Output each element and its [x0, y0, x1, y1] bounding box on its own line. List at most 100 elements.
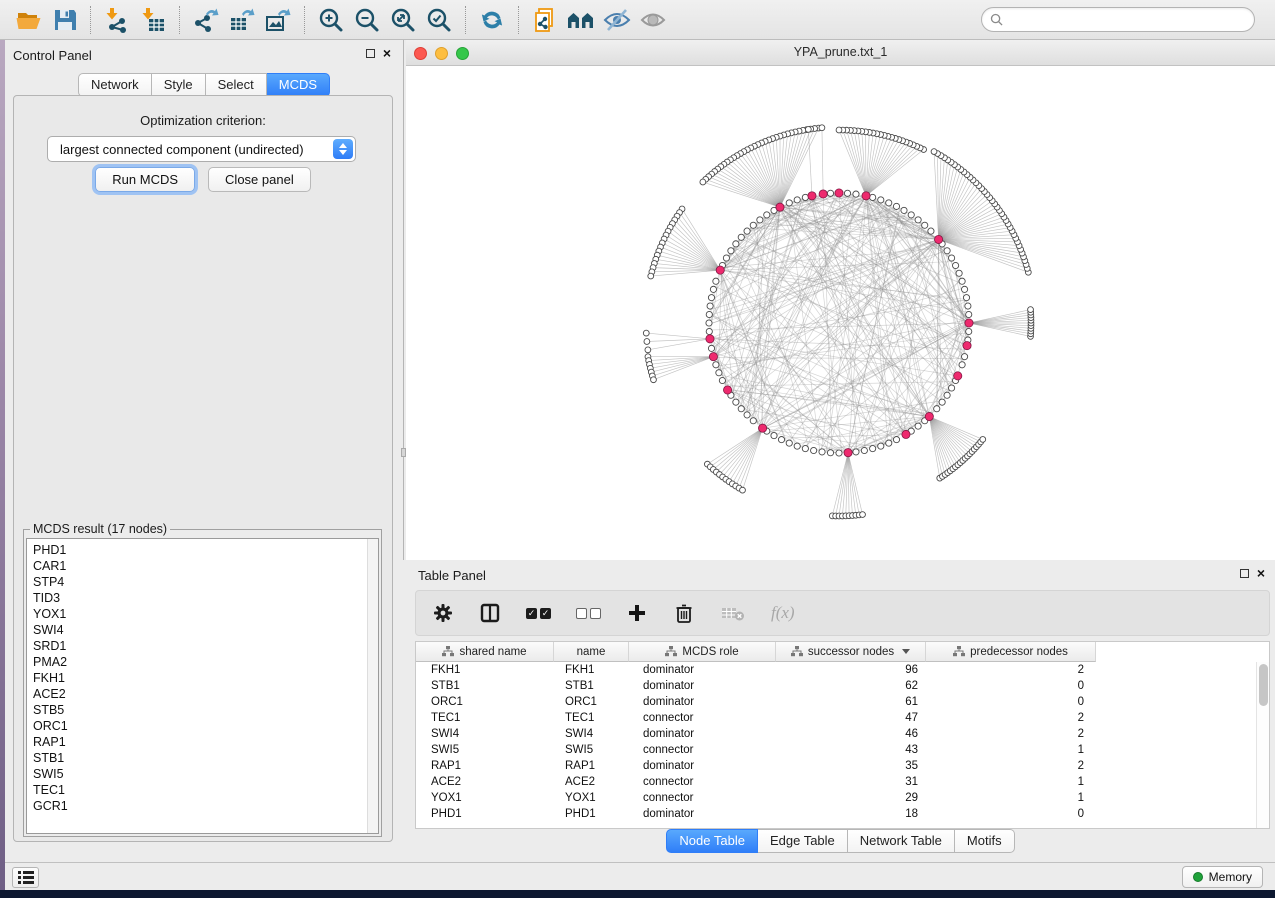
control-panel: Control Panel × NetworkStyleSelectMCDS O… — [5, 40, 401, 862]
close-panel-button[interactable]: Close panel — [208, 167, 311, 192]
table-cell: SWI5 — [554, 742, 629, 758]
table-row[interactable]: TEC1TEC1connector472 — [416, 710, 1269, 726]
close-table-panel-icon[interactable]: × — [1257, 568, 1265, 578]
search-box[interactable] — [981, 7, 1255, 32]
table-scrollbar-thumb[interactable] — [1259, 664, 1268, 706]
show-all-icon[interactable] — [638, 5, 668, 35]
table-cell: 47 — [776, 710, 926, 726]
control-panel-title: Control Panel — [13, 48, 92, 63]
table-row[interactable]: STB1STB1dominator620 — [416, 678, 1269, 694]
table-cell: connector — [629, 790, 776, 806]
open-file-icon[interactable] — [13, 5, 43, 35]
select-stepper-icon — [333, 139, 353, 159]
delete-column-icon[interactable] — [673, 601, 695, 625]
table-cell: SWI4 — [554, 726, 629, 742]
mcds-result-item[interactable]: TID3 — [33, 590, 378, 606]
zoom-selected-icon[interactable] — [424, 5, 454, 35]
mcds-result-item[interactable]: PHD1 — [33, 542, 378, 558]
mcds-result-item[interactable]: PMA2 — [33, 654, 378, 670]
deselect-all-icon[interactable] — [576, 601, 601, 625]
task-history-button[interactable] — [12, 867, 39, 888]
mcds-result-item[interactable]: FKH1 — [33, 670, 378, 686]
mcds-result-list[interactable]: PHD1CAR1STP4TID3YOX1SWI4SRD1PMA2FKH1ACE2… — [26, 538, 379, 834]
tab-node-table[interactable]: Node Table — [666, 829, 758, 853]
zoom-out-icon[interactable] — [352, 5, 382, 35]
apply-layout-icon[interactable] — [477, 5, 507, 35]
mcds-result-item[interactable]: GCR1 — [33, 798, 378, 814]
function-builder-icon[interactable]: f(x) — [771, 601, 795, 625]
float-panel-icon[interactable] — [366, 49, 375, 58]
table-cell: dominator — [629, 678, 776, 694]
mcds-result-item[interactable]: CAR1 — [33, 558, 378, 574]
memory-button[interactable]: Memory — [1182, 866, 1263, 888]
table-row[interactable]: YOX1YOX1connector291 — [416, 790, 1269, 806]
table-cell: 43 — [776, 742, 926, 758]
column-header-shared-name[interactable]: shared name — [416, 642, 554, 662]
hide-selected-icon[interactable] — [602, 5, 632, 35]
table-row[interactable]: ACE2ACE2connector311 — [416, 774, 1269, 790]
close-panel-icon[interactable]: × — [383, 48, 391, 58]
network-document-icon[interactable] — [530, 5, 560, 35]
mcds-result-item[interactable]: STP4 — [33, 574, 378, 590]
mcds-result-item[interactable]: TEC1 — [33, 782, 378, 798]
tab-network-table[interactable]: Network Table — [848, 829, 955, 853]
mcds-result-item[interactable]: ORC1 — [33, 718, 378, 734]
export-table-icon[interactable] — [227, 5, 257, 35]
table-row[interactable]: PHD1PHD1dominator180 — [416, 806, 1269, 822]
table-cell: STB1 — [554, 678, 629, 694]
mcds-result-item[interactable]: ACE2 — [33, 686, 378, 702]
table-row[interactable]: FKH1FKH1dominator962 — [416, 662, 1269, 678]
tab-network[interactable]: Network — [78, 73, 152, 97]
mcds-result-item[interactable]: RAP1 — [33, 734, 378, 750]
import-table-icon[interactable] — [138, 5, 168, 35]
first-neighbors-icon[interactable] — [566, 5, 596, 35]
column-header-successor-nodes[interactable]: successor nodes — [776, 642, 926, 662]
table-cell: ACE2 — [554, 774, 629, 790]
table-settings-icon[interactable] — [432, 601, 454, 625]
table-row[interactable]: SWI4SWI4dominator462 — [416, 726, 1269, 742]
tab-mcds[interactable]: MCDS — [267, 73, 330, 97]
memory-status-icon — [1193, 872, 1203, 882]
save-session-icon[interactable] — [49, 5, 79, 35]
show-columns-icon[interactable] — [479, 601, 501, 625]
network-window-titlebar[interactable]: YPA_prune.txt_1 — [406, 40, 1275, 66]
table-row[interactable]: RAP1RAP1dominator352 — [416, 758, 1269, 774]
zoom-in-icon[interactable] — [316, 5, 346, 35]
tab-motifs[interactable]: Motifs — [955, 829, 1015, 853]
table-scrollbar[interactable] — [1256, 662, 1269, 828]
float-table-panel-icon[interactable] — [1240, 569, 1249, 578]
table-cell: 62 — [776, 678, 926, 694]
mcds-result-item[interactable]: SWI5 — [33, 766, 378, 782]
search-input[interactable] — [1008, 13, 1238, 27]
select-all-icon[interactable]: ✓✓ — [526, 601, 551, 625]
mcds-result-item[interactable]: SWI4 — [33, 622, 378, 638]
tab-style[interactable]: Style — [152, 73, 206, 97]
zoom-fit-icon[interactable] — [388, 5, 418, 35]
table-row[interactable]: ORC1ORC1dominator610 — [416, 694, 1269, 710]
table-cell: 2 — [926, 662, 1096, 678]
column-header-MCDS-role[interactable]: MCDS role — [629, 642, 776, 662]
mcds-result-item[interactable]: STB5 — [33, 702, 378, 718]
tab-select[interactable]: Select — [206, 73, 267, 97]
network-canvas[interactable] — [406, 66, 1275, 560]
run-mcds-button[interactable]: Run MCDS — [95, 167, 195, 192]
table-cell: 2 — [926, 758, 1096, 774]
mcds-result-item[interactable]: YOX1 — [33, 606, 378, 622]
table-cell: 46 — [776, 726, 926, 742]
mcds-list-scrollbar[interactable] — [367, 539, 378, 833]
table-cell: TEC1 — [554, 710, 629, 726]
column-header-predecessor-nodes[interactable]: predecessor nodes — [926, 642, 1096, 662]
column-header-name[interactable]: name — [554, 642, 629, 662]
delete-table-icon[interactable] — [720, 601, 746, 625]
toolbar-separator — [465, 6, 466, 34]
optimization-criterion-select[interactable]: largest connected component (undirected) — [47, 136, 356, 162]
mcds-result-item[interactable]: STB1 — [33, 750, 378, 766]
import-network-icon[interactable] — [102, 5, 132, 35]
table-cell: dominator — [629, 806, 776, 822]
add-column-icon[interactable] — [626, 601, 648, 625]
export-network-icon[interactable] — [191, 5, 221, 35]
mcds-result-item[interactable]: SRD1 — [33, 638, 378, 654]
export-image-icon[interactable] — [263, 5, 293, 35]
tab-edge-table[interactable]: Edge Table — [758, 829, 848, 853]
table-row[interactable]: SWI5SWI5connector431 — [416, 742, 1269, 758]
